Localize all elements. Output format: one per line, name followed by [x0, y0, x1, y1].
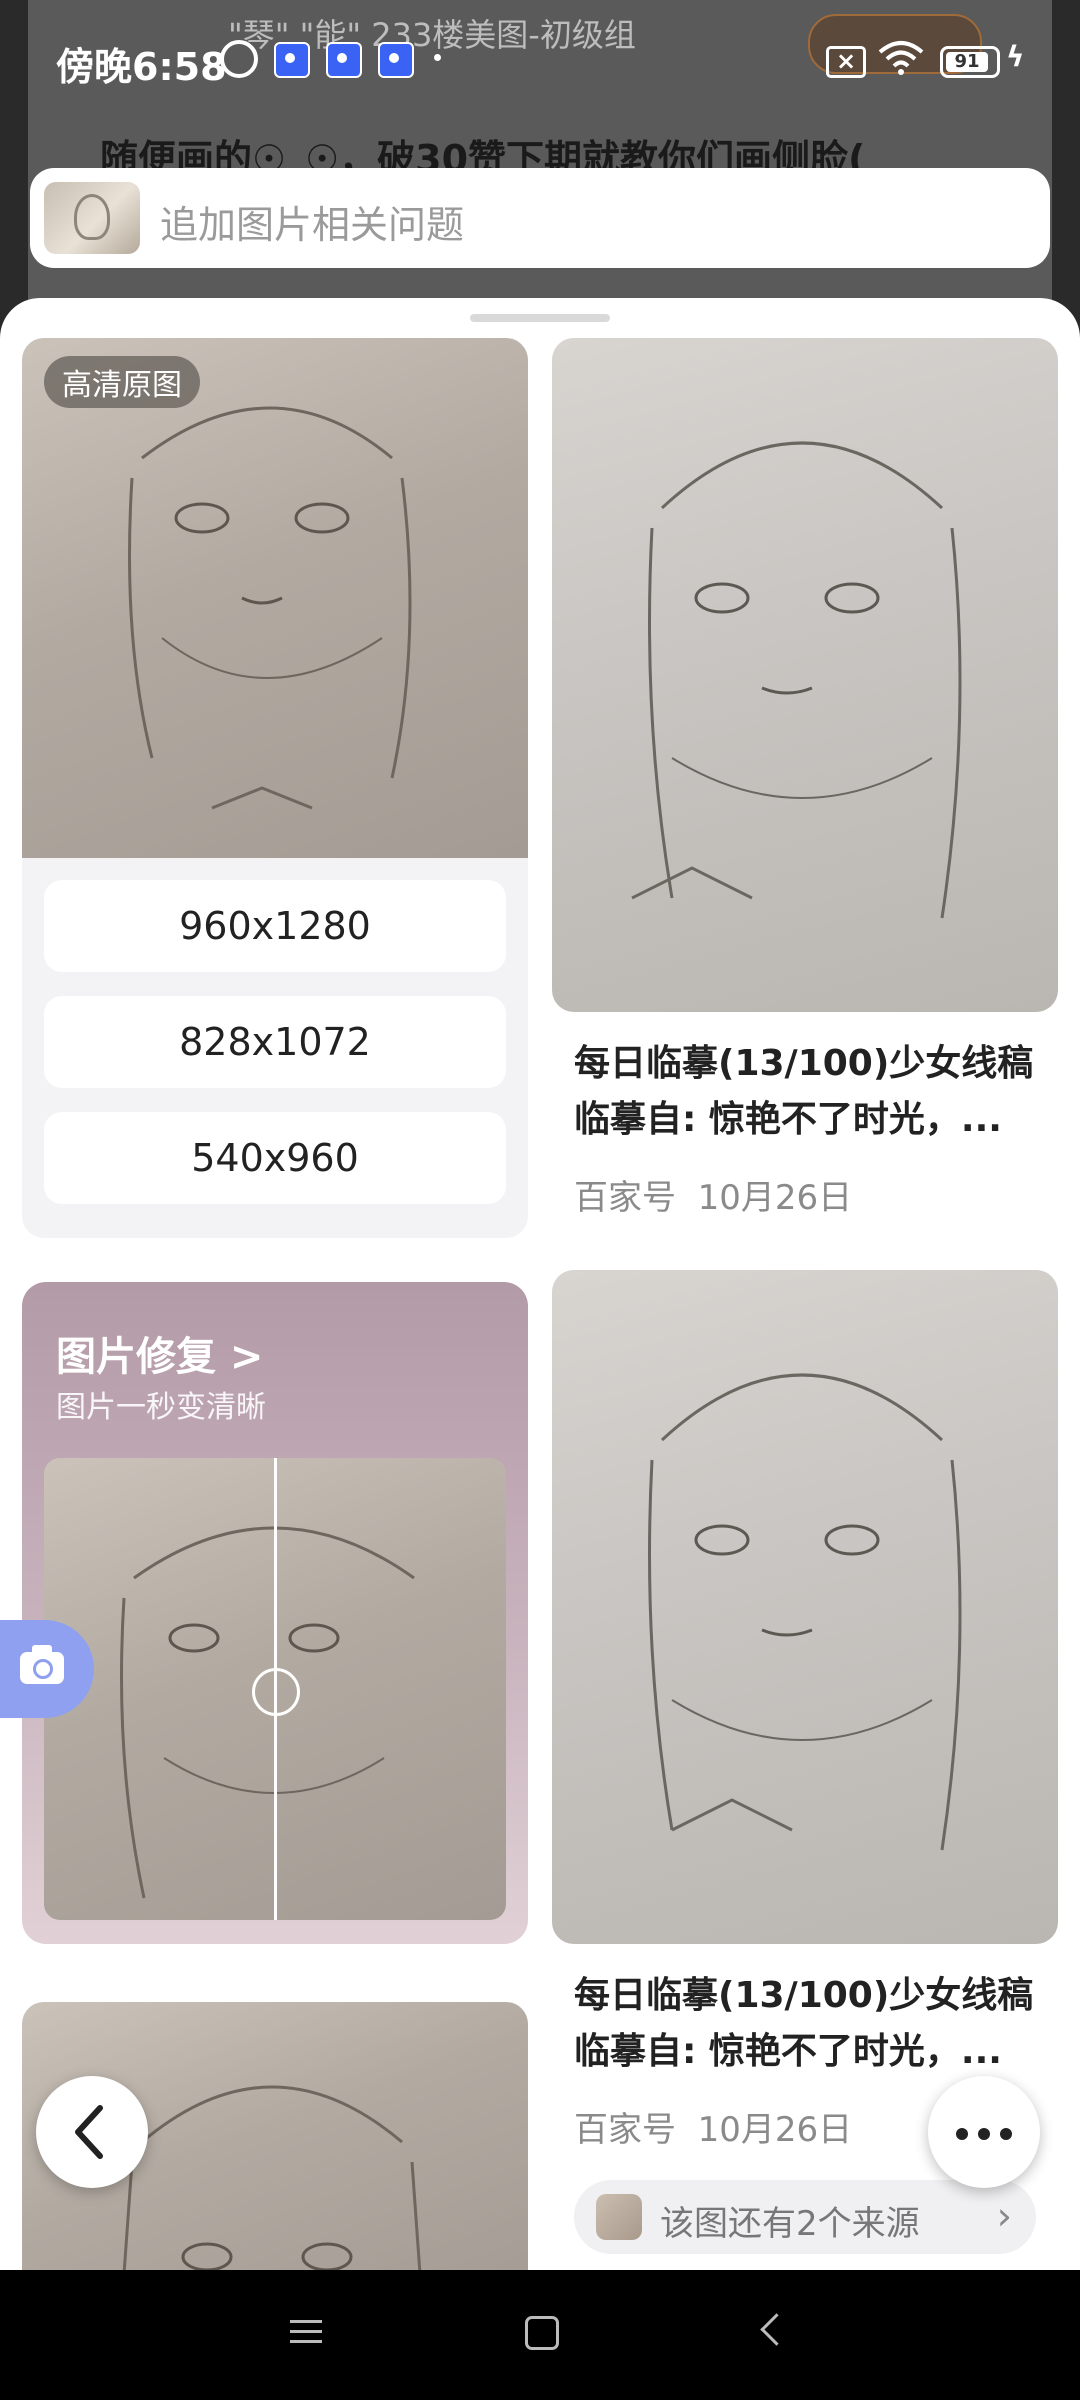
- hd-original-image[interactable]: 高清原图: [22, 338, 528, 858]
- search-image-thumbnail[interactable]: [44, 182, 140, 254]
- resolution-option[interactable]: 828x1072: [44, 996, 506, 1088]
- app-notification-icon: [326, 42, 362, 78]
- app-notification-icon: [378, 42, 414, 78]
- back-button[interactable]: [36, 2076, 148, 2188]
- result-date: 10月26日: [697, 2110, 853, 2150]
- chevron-left-icon: [75, 2105, 103, 2159]
- more-sources-pill[interactable]: 该图还有2个来源 ›: [574, 2180, 1036, 2254]
- more-dot: [956, 2128, 968, 2140]
- more-dot: [978, 2128, 990, 2140]
- more-dot: [1000, 2128, 1012, 2140]
- home-icon[interactable]: [525, 2316, 559, 2350]
- sheet-drag-handle[interactable]: [470, 314, 610, 322]
- resolution-options: 960x1280 828x1072 540x960: [22, 858, 528, 1238]
- results-sheet: 高清原图 960x1280 828x1072 540x960 每日临摹(13/1…: [0, 298, 1080, 2270]
- more-notifications-icon: [434, 54, 441, 61]
- result-meta: 百家号 10月26日: [574, 2102, 852, 2151]
- source-thumbnail: [596, 2194, 642, 2240]
- charging-icon: ϟ: [1006, 40, 1025, 73]
- result-source: 百家号: [574, 1178, 676, 1218]
- app-notification-icon: [274, 42, 310, 78]
- wifi-icon: [878, 41, 924, 75]
- hd-original-badge: 高清原图: [44, 356, 200, 408]
- no-sim-icon: ×: [826, 46, 866, 78]
- chevron-right-icon: ›: [996, 2194, 1012, 2238]
- result-image[interactable]: [552, 338, 1058, 1012]
- compare-slider-handle[interactable]: [252, 1668, 300, 1716]
- status-time: 傍晚6:58: [56, 45, 227, 89]
- more-options-button[interactable]: [928, 2076, 1040, 2188]
- status-bar: 傍晚6:58 × 91 ϟ: [28, 12, 1052, 108]
- image-question-search-bar[interactable]: 追加图片相关问题: [30, 168, 1050, 268]
- camera-tab[interactable]: [0, 1620, 94, 1718]
- result-meta: 百家号 10月26日: [574, 1170, 852, 1219]
- recent-apps-icon[interactable]: [290, 2318, 322, 2346]
- promo-before-after-image: [44, 1458, 506, 1920]
- result-title[interactable]: 每日临摹(13/100)少女线稿临摹自: 惊艳不了时光，...: [574, 1036, 1034, 1148]
- resolution-option[interactable]: 540x960: [44, 1112, 506, 1204]
- result-title[interactable]: 每日临摹(13/100)少女线稿临摹自: 惊艳不了时光，...: [574, 1968, 1034, 2080]
- promo-title: 图片修复 >: [56, 1334, 264, 1380]
- battery-level: 91: [946, 52, 988, 72]
- system-nav-bar: [0, 2270, 1080, 2400]
- search-input[interactable]: 追加图片相关问题: [160, 194, 464, 249]
- resolution-option[interactable]: 960x1280: [44, 880, 506, 972]
- image-repair-promo[interactable]: 图片修复 > 图片一秒变清晰: [22, 1282, 528, 1944]
- camera-icon: [20, 1645, 64, 1684]
- system-back-icon[interactable]: [760, 2313, 793, 2346]
- more-sources-text: 该图还有2个来源: [660, 2204, 920, 2244]
- battery-icon: 91: [940, 46, 1000, 78]
- alarm-icon: [220, 40, 258, 78]
- result-date: 10月26日: [697, 1178, 853, 1218]
- promo-subtitle: 图片一秒变清晰: [56, 1390, 266, 1425]
- result-source: 百家号: [574, 2110, 676, 2150]
- result-image[interactable]: [552, 1270, 1058, 1944]
